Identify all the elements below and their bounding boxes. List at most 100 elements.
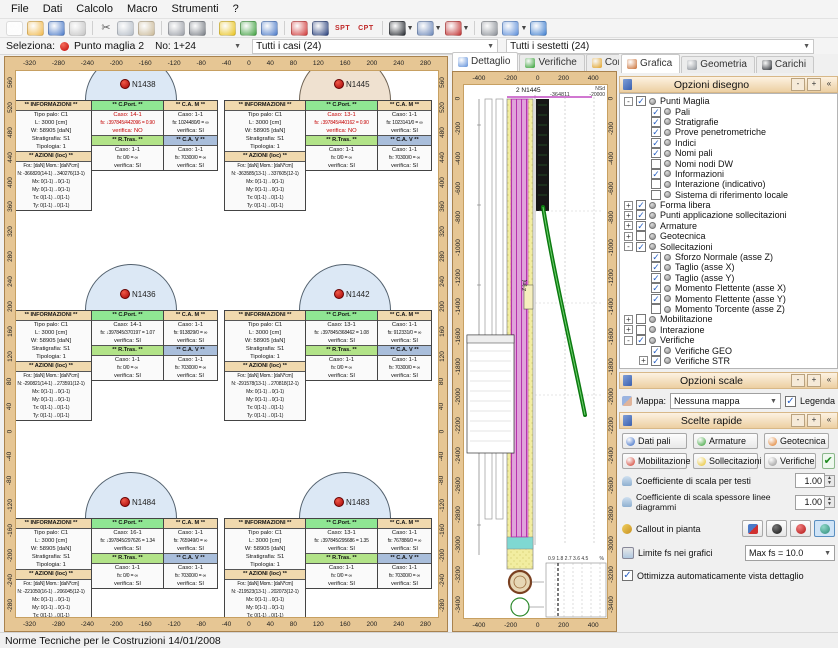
tree-checkbox[interactable]: ✓ <box>651 252 661 262</box>
tree-item[interactable]: ✓Indici <box>620 138 837 148</box>
section-minus-button[interactable]: - <box>791 78 805 91</box>
tree-checkbox[interactable] <box>651 190 661 200</box>
tree-item[interactable]: Interazione (indicativo) <box>620 179 837 189</box>
tree-item[interactable]: ✓Taglio (asse X) <box>620 262 837 272</box>
dark-ball-icon[interactable] <box>389 21 406 36</box>
cpt-button[interactable]: CPT <box>356 22 376 35</box>
layout-icon[interactable] <box>502 21 519 36</box>
copy-icon[interactable] <box>117 21 134 36</box>
tree-item[interactable]: Momento Torcente (asse Z) <box>620 304 837 314</box>
menu-item-dati[interactable]: Dati <box>36 1 70 17</box>
new-icon[interactable] <box>6 21 23 36</box>
collapse-all-icon[interactable]: « <box>823 415 835 426</box>
section-plus-button[interactable]: + <box>807 374 821 387</box>
section-minus-button[interactable]: - <box>791 374 805 387</box>
print-icon[interactable] <box>69 21 86 36</box>
sphere-icon[interactable] <box>189 21 206 36</box>
link-icon[interactable] <box>481 21 498 36</box>
tree-item[interactable]: ✓Momento Flettente (asse X) <box>620 283 837 293</box>
people-icon[interactable] <box>261 21 278 36</box>
pile-marker-icon[interactable] <box>334 497 344 507</box>
expand-icon[interactable]: + <box>624 211 633 220</box>
chevron-down-icon[interactable]: ▼ <box>435 25 442 32</box>
tree-checkbox[interactable]: ✓ <box>636 242 646 252</box>
tree-item[interactable]: +✓Verifiche STR <box>620 356 837 366</box>
tree-item[interactable]: -✓Punti Maglia <box>620 96 837 106</box>
tree-checkbox[interactable]: ✓ <box>651 107 661 117</box>
pile-marker-icon[interactable] <box>120 289 130 299</box>
callout-style-4-button[interactable] <box>814 520 835 537</box>
tree-item[interactable]: ✓Nomi pali <box>620 148 837 158</box>
tree-checkbox[interactable]: ✓ <box>636 335 646 345</box>
tree-item[interactable]: +✓Punti applicazione sollecitazioni <box>620 210 837 220</box>
chevron-down-icon[interactable]: ▼ <box>520 25 527 32</box>
tree-checkbox[interactable] <box>651 179 661 189</box>
detail-canvas[interactable]: 2 N1445 -364811 NSd -20000 Z [m] 0.9 1.8… <box>463 84 608 619</box>
menu-item-strumenti[interactable]: Strumenti <box>165 1 226 17</box>
coeff-linee-spinner[interactable]: 1.00 ▲▼ <box>795 495 835 510</box>
expand-icon[interactable]: + <box>624 325 633 334</box>
tree-item[interactable]: -✓Sollecitazioni <box>620 241 837 251</box>
collapse-all-icon[interactable]: « <box>823 79 835 90</box>
tree-item[interactable]: -✓Verifiche <box>620 335 837 345</box>
tree-item[interactable]: +Geotecnica <box>620 231 837 241</box>
expand-icon[interactable]: + <box>639 356 648 365</box>
pile-marker-icon[interactable] <box>334 289 344 299</box>
pin-icon[interactable] <box>168 21 185 36</box>
tree-item[interactable]: +Interazione <box>620 325 837 335</box>
tab-verifiche[interactable]: Verifiche <box>519 54 584 71</box>
tree-checkbox[interactable]: ✓ <box>651 283 661 293</box>
tree-checkbox[interactable] <box>636 231 646 241</box>
verifiche-check-button[interactable]: ✔ <box>822 453 835 469</box>
yellow-ball-icon[interactable] <box>219 21 236 36</box>
callout-style-3-button[interactable] <box>790 520 811 537</box>
tree-item[interactable]: ✓Verifiche GEO <box>620 345 837 355</box>
section-plus-button[interactable]: + <box>807 78 821 91</box>
tree-checkbox[interactable] <box>636 314 646 324</box>
pile-info-table[interactable]: ** INFORMAZIONI **Tipo palo: C1L: 3000 [… <box>224 310 432 421</box>
spt-button[interactable]: SPT <box>333 22 352 35</box>
tree-checkbox[interactable]: ✓ <box>651 127 661 137</box>
tree-checkbox[interactable]: ✓ <box>651 117 661 127</box>
collapse-icon[interactable]: - <box>624 97 633 106</box>
collapse-all-icon[interactable]: « <box>823 375 835 386</box>
callout-style-1-button[interactable] <box>742 520 763 537</box>
map-select[interactable]: Nessuna mappa ▼ <box>670 393 781 409</box>
selection-region-icon[interactable] <box>417 21 434 36</box>
collapse-icon[interactable]: - <box>624 336 633 345</box>
tree-checkbox[interactable]: ✓ <box>651 169 661 179</box>
diagram-nodes-icon[interactable] <box>445 21 462 36</box>
pile-info-table[interactable]: ** INFORMAZIONI **Tipo palo: C1L: 3000 [… <box>15 310 218 421</box>
open-icon[interactable] <box>27 21 44 36</box>
expand-icon[interactable]: + <box>624 201 633 210</box>
paste-icon[interactable] <box>138 21 155 36</box>
tree-item[interactable]: ✓Prove penetrometriche <box>620 127 837 137</box>
expand-icon[interactable]: + <box>624 232 633 241</box>
help-icon[interactable] <box>530 21 547 36</box>
legend-checkbox[interactable]: ✓ <box>785 396 796 407</box>
spin-down-icon[interactable]: ▼ <box>825 502 834 507</box>
collapse-icon[interactable]: - <box>624 242 633 251</box>
pile-info-table[interactable]: ** INFORMAZIONI **Tipo palo: C1L: 3000 [… <box>224 100 432 211</box>
pile-info-table[interactable]: ** INFORMAZIONI **Tipo palo: C1L: 3000 [… <box>224 518 432 618</box>
tree-item[interactable]: ✓Informazioni <box>620 169 837 179</box>
import-icon[interactable] <box>240 21 257 36</box>
quick-button-armature[interactable]: Armature <box>693 433 758 449</box>
section-header-opzioni-scale[interactable]: Opzioni scale - + « <box>619 372 838 389</box>
menu-item-macro[interactable]: Macro <box>120 1 165 17</box>
tree-checkbox[interactable]: ✓ <box>636 221 646 231</box>
range-combo[interactable]: No: 1+24 ▼ <box>152 40 244 53</box>
tree-checkbox[interactable]: ✓ <box>636 210 646 220</box>
quick-button-dati-pali[interactable]: Dati pali <box>622 433 687 449</box>
optimize-detail-checkbox[interactable]: ✓ <box>622 570 633 581</box>
tree-item[interactable]: ✓Sforzo Normale (asse Z) <box>620 252 837 262</box>
tab-grafica[interactable]: Grafica <box>621 54 680 73</box>
tab-carichi[interactable]: Carichi <box>756 56 814 73</box>
tree-item[interactable]: +✓Forma libera <box>620 200 837 210</box>
tree-checkbox[interactable]: ✓ <box>651 356 661 366</box>
tree-checkbox[interactable]: ✓ <box>651 273 661 283</box>
section-header-scelte-rapide[interactable]: Scelte rapide - + « <box>619 412 838 429</box>
tree-item[interactable]: +Mobilitazione <box>620 314 837 324</box>
tree-checkbox[interactable]: ✓ <box>651 262 661 272</box>
star-icon[interactable] <box>291 21 308 36</box>
